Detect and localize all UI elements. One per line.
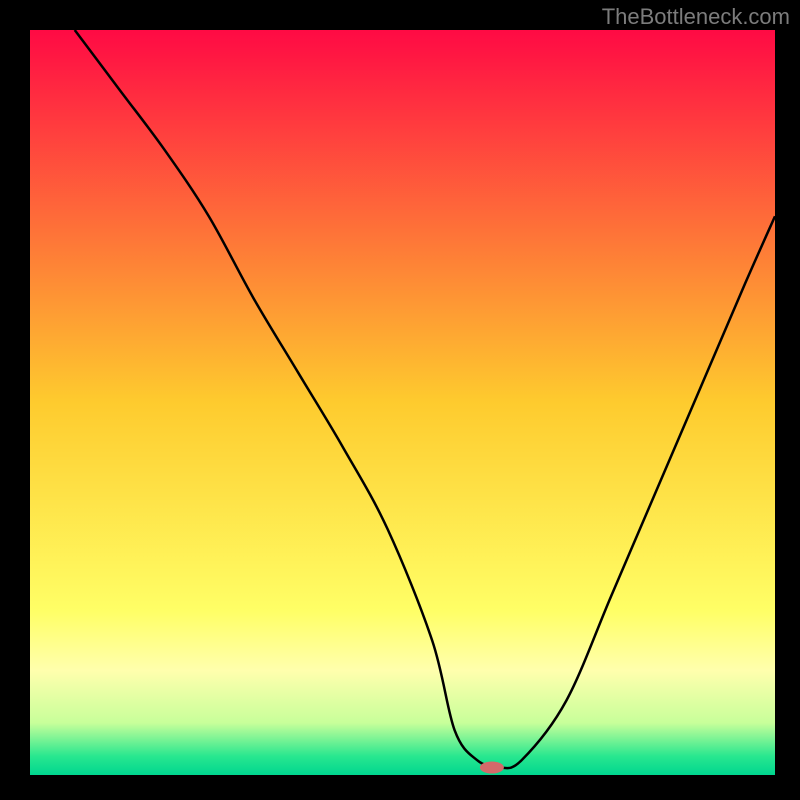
watermark-text: TheBottleneck.com (602, 4, 790, 30)
plot-background (30, 30, 775, 775)
optimal-marker (480, 762, 504, 774)
chart-container: TheBottleneck.com (0, 0, 800, 800)
bottleneck-chart (0, 0, 800, 800)
